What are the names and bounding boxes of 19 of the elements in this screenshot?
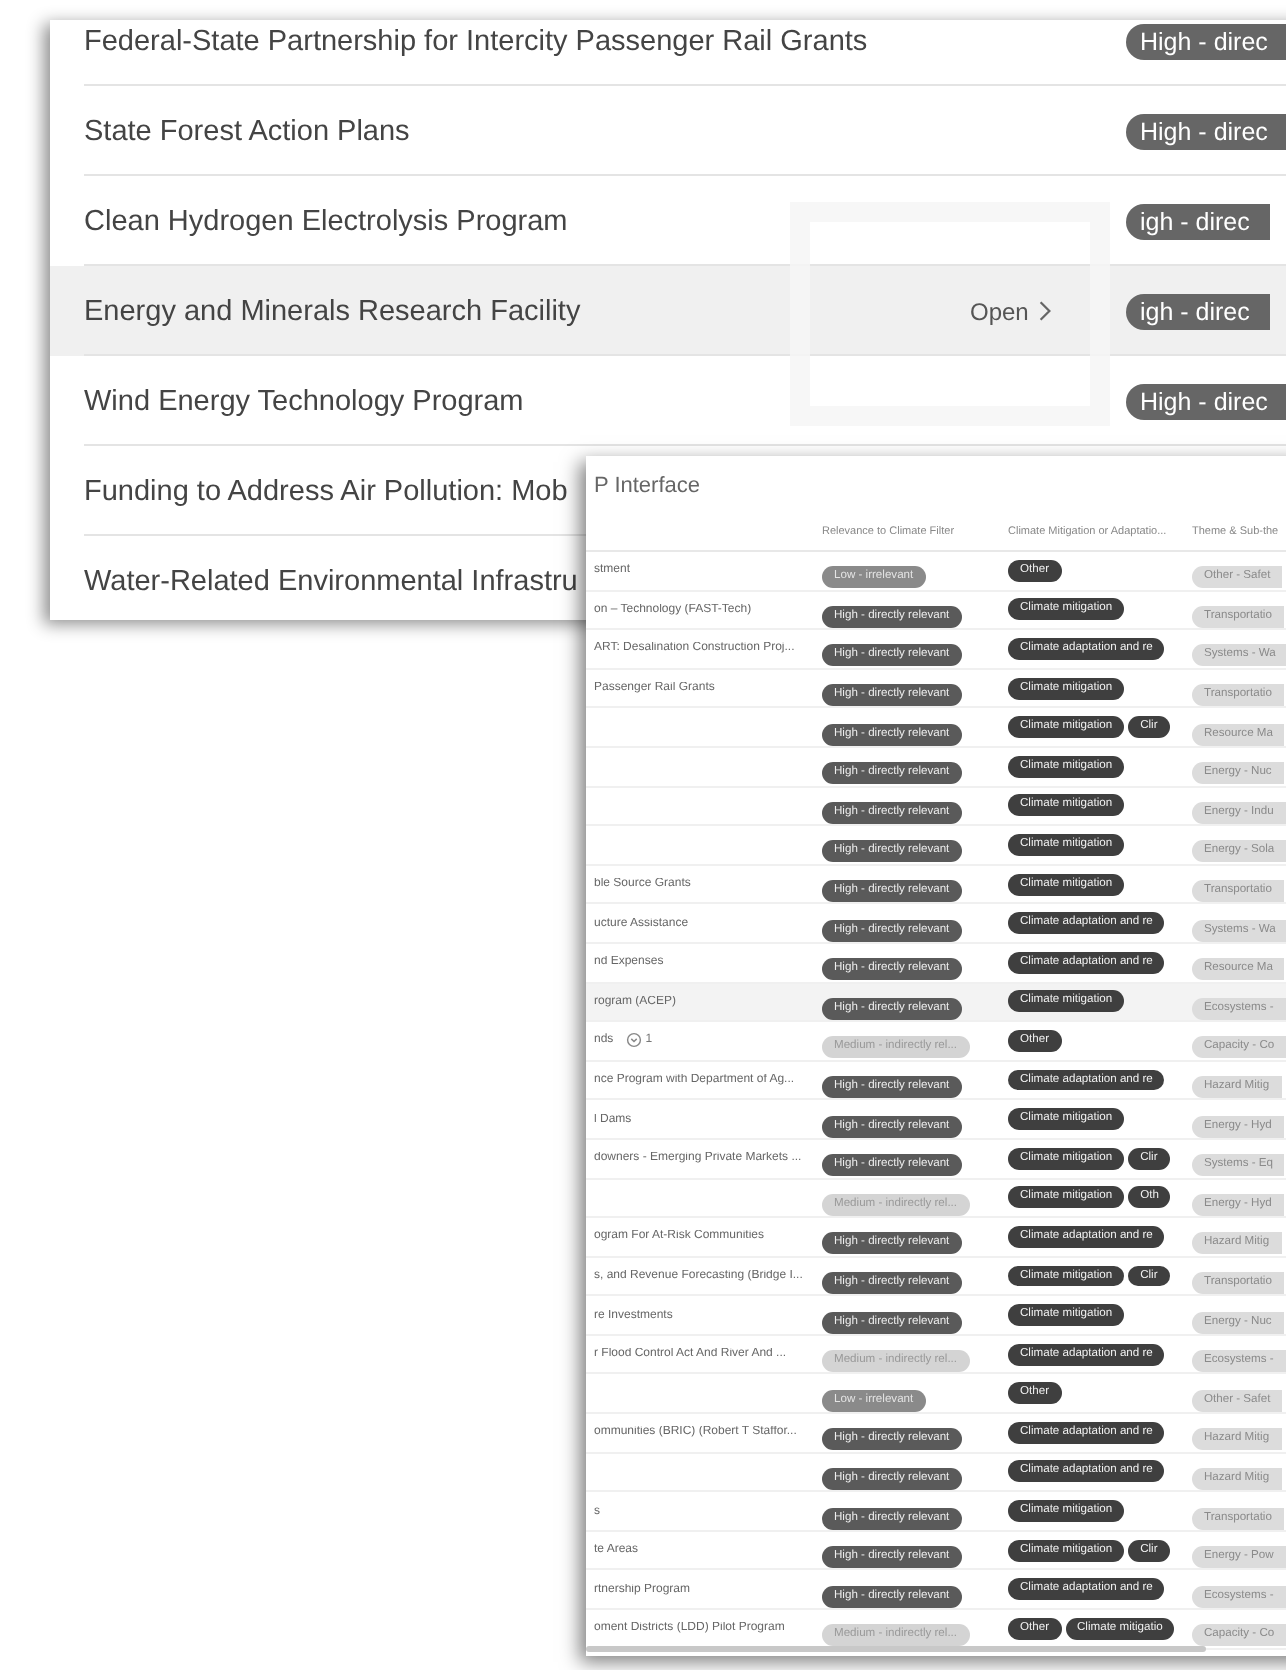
item-title: State Forest Action Plans: [84, 115, 410, 147]
comment-icon: [625, 1032, 642, 1049]
item-title: Funding to Address Air Pollution: Mob: [84, 475, 568, 507]
list-row[interactable]: Water-Related Environmental Infrastru: [50, 536, 586, 620]
relevance-badge: High - direc: [1126, 113, 1286, 149]
relevance-badge: High - direc: [1126, 23, 1286, 59]
list-row[interactable]: Funding to Address Air Pollution: Mob: [50, 446, 586, 536]
chevron-icon: [1038, 300, 1053, 322]
item-title: Federal-State Partnership for Intercity Passenger Rail Grants: [84, 25, 868, 57]
item-title: Energy and Minerals Research Facility: [84, 295, 581, 327]
item-title: Water-Related Environmental Infrastru: [84, 565, 578, 597]
open-button[interactable]: Open: [966, 293, 1057, 329]
relevance-badge: igh - direc: [1126, 293, 1270, 329]
relevance-badge: igh - direc: [1126, 203, 1270, 239]
scrollbar[interactable]: [586, 1646, 1206, 1652]
item-title: Clean Hydrogen Electrolysis Program: [84, 205, 568, 237]
window-title: P Interface: [592, 472, 702, 502]
relevance-badge: High - direc: [1126, 383, 1286, 419]
item-title: Wind Energy Technology Program: [84, 385, 524, 417]
